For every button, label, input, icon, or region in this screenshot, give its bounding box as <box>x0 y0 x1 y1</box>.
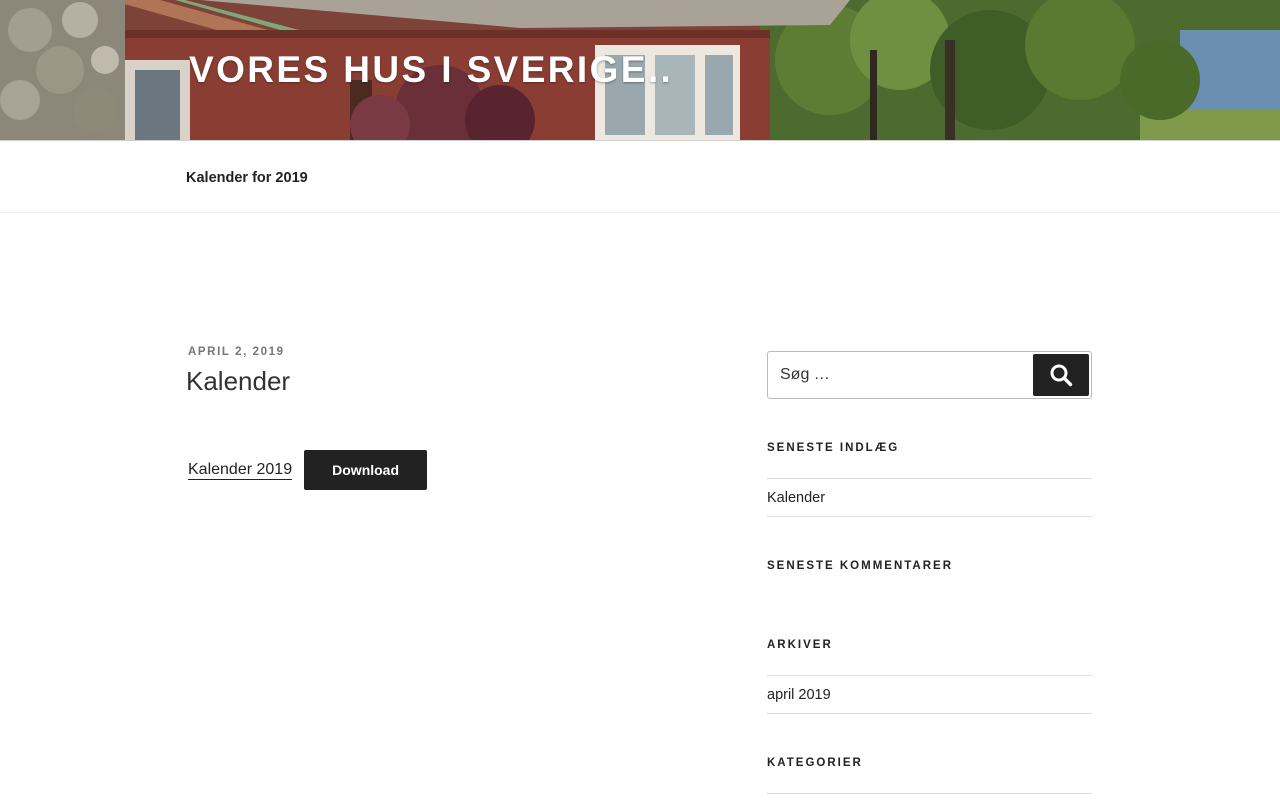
archives-title: ARKIVER <box>767 639 833 651</box>
post-title[interactable]: Kalender <box>186 364 290 398</box>
recent-posts-list: Kalender <box>767 478 1092 517</box>
header-banner: VORES HUS I SVERIGE.. <box>0 0 1280 140</box>
nav-item-kalender-2019[interactable]: Kalender for 2019 <box>186 168 308 188</box>
site-title[interactable]: VORES HUS I SVERIGE.. <box>189 46 673 94</box>
file-link[interactable]: Kalender 2019 <box>188 460 292 480</box>
recent-post-link[interactable]: Kalender <box>767 490 825 506</box>
post-date[interactable]: APRIL 2, 2019 <box>188 345 285 359</box>
search-icon <box>1050 364 1073 387</box>
file-download-block: Kalender 2019 Download <box>188 450 428 490</box>
list-item[interactable]: april 2019 <box>767 675 1092 714</box>
main-navigation: Kalender for 2019 <box>0 140 1280 213</box>
categories-title: KATEGORIER <box>767 757 863 769</box>
recent-posts-title: SENESTE INDLÆG <box>767 442 900 454</box>
recent-comments-title: SENESTE KOMMENTARER <box>767 560 954 572</box>
search-input[interactable] <box>768 352 1028 398</box>
categories-divider <box>767 793 1092 794</box>
search-form <box>767 351 1092 399</box>
archive-link[interactable]: april 2019 <box>767 687 831 703</box>
archives-list: april 2019 <box>767 675 1092 714</box>
list-item[interactable]: Kalender <box>767 478 1092 517</box>
search-button[interactable] <box>1033 354 1089 396</box>
download-button[interactable]: Download <box>304 450 428 490</box>
